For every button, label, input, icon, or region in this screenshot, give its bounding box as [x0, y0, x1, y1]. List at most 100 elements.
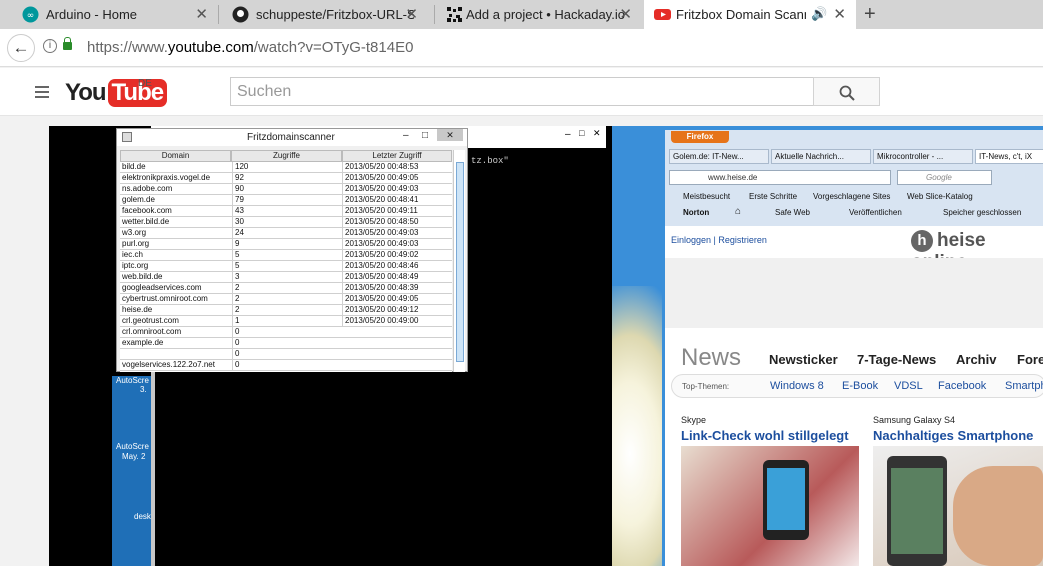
cell-letzter-zugriff: 2013/05/20 00:49:11: [342, 206, 452, 216]
cell-domain: ns.adobe.com: [122, 184, 173, 193]
table-row[interactable]: elektronikpraxis.vogel.de 92 2013/05/20 00…: [120, 173, 452, 184]
article-headline[interactable]: Nachhaltiges Smartphone: [873, 428, 1033, 443]
nav-archiv[interactable]: Archiv: [956, 352, 996, 367]
article-headline[interactable]: Link-Check wohl stillgelegt: [681, 428, 849, 443]
close-button[interactable]: ✕: [437, 129, 463, 141]
scanner-window: Fritzdomainscanner – □ ✕ Domain Zugriffe…: [116, 128, 468, 372]
safeweb-item[interactable]: Safe Web: [775, 208, 810, 217]
ff-tab[interactable]: Golem.de: IT-New...: [669, 149, 769, 164]
table-row[interactable]: bild.de 120 2013/05/20 00:48:53: [120, 162, 452, 173]
search-button[interactable]: [813, 77, 880, 106]
table-row[interactable]: ns.adobe.com 90 2013/05/20 00:49:03: [120, 184, 452, 195]
firefox-window: Firefox Golem.de: IT-New... Aktuelle Nac…: [662, 130, 1043, 566]
storage-item[interactable]: Speicher geschlossen: [943, 208, 1021, 217]
ff-url-field[interactable]: www.heise.de: [669, 170, 891, 185]
publish-item[interactable]: Veröffentlichen: [849, 208, 902, 217]
back-button[interactable]: ←: [7, 34, 35, 62]
table-row[interactable]: purl.org 9 2013/05/20 00:49:03: [120, 239, 452, 250]
close-icon[interactable]: ✕: [833, 5, 846, 23]
table-row[interactable]: example.de 0: [120, 338, 452, 349]
cell-domain: crl.geotrust.com: [122, 316, 179, 325]
table-row[interactable]: heise.de 2 2013/05/20 00:49:12: [120, 305, 452, 316]
bookmark-item[interactable]: Web Slice-Katalog: [907, 192, 973, 201]
table-row[interactable]: facebook.com 43 2013/05/20 00:49:11: [120, 206, 452, 217]
cell-zugriffe: 2: [232, 294, 340, 304]
search-input[interactable]: Suchen: [230, 77, 814, 106]
ff-tab[interactable]: Aktuelle Nachrich...: [771, 149, 871, 164]
arrow-left-icon: ←: [12, 38, 30, 57]
firefox-toolbar: Firefox Golem.de: IT-New... Aktuelle Nac…: [665, 130, 1043, 226]
table-scrollbar[interactable]: [453, 150, 465, 372]
nav-newsticker[interactable]: Newsticker: [769, 352, 838, 367]
close-icon[interactable]: ✕: [195, 5, 208, 23]
table-row[interactable]: cybertrust.omniroot.com 2 2013/05/20 00:49…: [120, 294, 452, 305]
minimize-icon[interactable]: –: [403, 130, 409, 141]
login-link[interactable]: Einloggen | Registrieren: [671, 235, 767, 245]
ff-tab[interactable]: Mikrocontroller - ...: [873, 149, 973, 164]
tab-arduino[interactable]: ∞ Arduino - Home ✕: [0, 0, 218, 29]
cell-zugriffe: 1: [232, 316, 340, 326]
ff-tab-active[interactable]: IT-News, c't, iX: [975, 149, 1043, 164]
new-tab-button[interactable]: +: [864, 3, 876, 26]
table-header: Domain Zugriffe Letzter Zugriff: [120, 150, 452, 162]
cell-domain: elektronikpraxis.vogel.de: [122, 173, 211, 182]
maximize-icon[interactable]: □: [422, 130, 428, 141]
cell-letzter-zugriff: 2013/05/20 00:48:46: [342, 261, 452, 271]
cell-letzter-zugriff: 2013/05/20 00:49:00: [342, 316, 452, 326]
cell-zugriffe: 2: [232, 283, 340, 293]
tab-github[interactable]: schuppeste/Fritzbox-URL-Sp ✕: [210, 0, 428, 29]
theme-link[interactable]: VDSL: [894, 380, 923, 392]
video-player[interactable]: AutoScre 3. AutoScre May. 2 desk tz.box"…: [49, 126, 1043, 566]
home-icon[interactable]: ⌂: [735, 206, 741, 217]
table-row[interactable]: iec.ch 5 2013/05/20 00:49:02: [120, 250, 452, 261]
bookmark-item[interactable]: Meistbesucht: [683, 192, 730, 201]
nav-7-tage-news[interactable]: 7-Tage-News: [857, 352, 936, 367]
close-icon[interactable]: ✕: [619, 5, 632, 23]
table-row[interactable]: wetter.bild.de 30 2013/05/20 00:48:50: [120, 217, 452, 228]
table-row[interactable]: iptc.org 5 2013/05/20 00:48:46: [120, 261, 452, 272]
tab-label: Fritzbox Domain Scanner: [676, 7, 806, 22]
skype-article-image[interactable]: [681, 446, 859, 566]
news-nav: News Newsticker 7-Tage-News Archiv Foren: [665, 330, 1043, 371]
norton-item[interactable]: Norton: [683, 208, 709, 217]
close-icon[interactable]: ✕: [593, 128, 601, 139]
theme-link[interactable]: Smartph: [1005, 380, 1043, 392]
info-icon[interactable]: i: [43, 39, 57, 53]
table-row[interactable]: googleadservices.com 2 2013/05/20 00:48:39: [120, 283, 452, 294]
cell-zugriffe: 43: [232, 206, 340, 216]
theme-link[interactable]: Windows 8: [770, 380, 824, 392]
ff-search-field[interactable]: Google: [897, 170, 992, 185]
lock-icon: [63, 37, 72, 50]
column-header-domain[interactable]: Domain: [120, 150, 231, 162]
tab-hackaday[interactable]: Add a project • Hackaday.io ✕: [424, 0, 642, 29]
cell-domain: bild.de: [122, 162, 146, 171]
table-row[interactable]: vogelservices.122.2o7.net 0: [120, 360, 452, 371]
bookmark-item[interactable]: Erste Schritte: [749, 192, 797, 201]
galaxy-article-image[interactable]: [873, 446, 1043, 566]
cell-domain: iptc.org: [122, 261, 149, 270]
menu-icon[interactable]: [35, 86, 49, 101]
firefox-menu-button[interactable]: Firefox: [671, 131, 729, 143]
table-row[interactable]: golem.de 79 2013/05/20 00:48:41: [120, 195, 452, 206]
cell-letzter-zugriff: 2013/05/20 00:49:05: [342, 294, 452, 304]
minimize-icon[interactable]: –: [565, 129, 571, 140]
table-row[interactable]: crl.geotrust.com 1 2013/05/20 00:49:00: [120, 316, 452, 327]
bookmark-item[interactable]: Vorgeschlagene Sites: [813, 192, 890, 201]
url-field[interactable]: https://www.youtube.com/watch?v=OTyG-t81…: [87, 39, 413, 56]
cell-domain: iec.ch: [122, 250, 143, 259]
close-icon[interactable]: ✕: [405, 5, 418, 23]
cell-zugriffe: 79: [232, 195, 340, 205]
column-header-zugriffe[interactable]: Zugriffe: [231, 150, 342, 162]
theme-link[interactable]: E-Book: [842, 380, 878, 392]
table-row[interactable]: w3.org 24 2013/05/20 00:49:03: [120, 228, 452, 239]
speaker-icon[interactable]: 🔊: [811, 6, 827, 22]
column-header-letzter-zugriff[interactable]: Letzter Zugriff: [342, 150, 452, 162]
table-row[interactable]: 0: [120, 349, 452, 360]
cell-letzter-zugriff: 2013/05/20 00:49:03: [342, 184, 452, 194]
table-row[interactable]: crl.omniroot.com 0: [120, 327, 452, 338]
table-row[interactable]: web.bild.de 3 2013/05/20 00:48:49: [120, 272, 452, 283]
tab-youtube-active[interactable]: Fritzbox Domain Scanner 🔊 ✕: [644, 0, 856, 29]
maximize-icon[interactable]: □: [579, 128, 584, 138]
nav-foren[interactable]: Foren: [1017, 352, 1043, 367]
theme-link[interactable]: Facebook: [938, 380, 986, 392]
